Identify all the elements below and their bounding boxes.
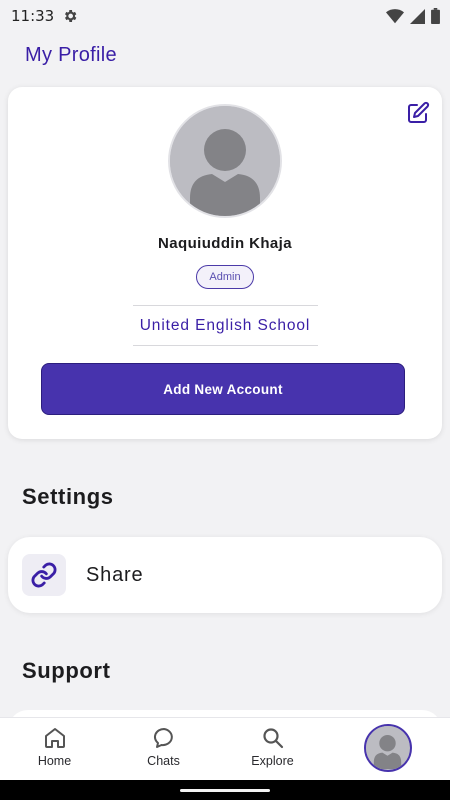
nav-home-label: Home <box>37 754 72 768</box>
cellular-signal-icon <box>410 8 425 24</box>
status-bar: 11:33 <box>0 0 450 32</box>
wifi-icon <box>386 8 404 23</box>
add-new-account-button[interactable]: Add New Account <box>41 363 405 415</box>
status-left: 11:33 <box>11 7 78 25</box>
system-navigation-bar <box>0 780 450 800</box>
settings-gear-icon <box>65 10 77 22</box>
share-settings-item[interactable]: Share <box>8 537 442 613</box>
battery-icon <box>431 8 440 24</box>
profile-avatar[interactable] <box>168 104 282 218</box>
chat-bubble-icon <box>153 727 173 748</box>
profile-name: Naquiuddin Khaja <box>158 235 292 252</box>
user-silhouette-icon <box>366 726 409 769</box>
support-heading: Support <box>22 658 111 683</box>
nav-explore[interactable]: Explore <box>218 718 327 780</box>
settings-heading: Settings <box>22 484 114 509</box>
link-icon <box>31 562 57 588</box>
nav-chats-label: Chats <box>147 754 180 768</box>
search-icon <box>262 728 283 749</box>
home-icon <box>44 728 65 748</box>
status-time: 11:33 <box>11 7 55 25</box>
page-title: My Profile <box>25 44 117 66</box>
nav-explore-label: Explore <box>251 754 294 768</box>
edit-icon <box>408 101 430 123</box>
status-icons <box>386 8 440 24</box>
divider-bottom <box>133 345 318 346</box>
school-name[interactable]: United English School <box>8 317 442 335</box>
role-badge: Admin <box>196 265 254 289</box>
profile-card: Naquiuddin Khaja Admin United English Sc… <box>8 87 442 439</box>
nav-chats[interactable]: Chats <box>109 718 218 780</box>
edit-profile-button[interactable] <box>406 101 430 125</box>
nav-profile-avatar[interactable] <box>364 724 412 772</box>
user-silhouette-icon <box>170 106 280 216</box>
home-indicator[interactable] <box>180 789 270 792</box>
share-label: Share <box>86 563 144 586</box>
nav-home[interactable]: Home <box>0 718 109 780</box>
bottom-navigation: Home Chats Explore <box>0 717 450 780</box>
divider-top <box>133 305 318 306</box>
share-icon-container <box>22 554 66 596</box>
